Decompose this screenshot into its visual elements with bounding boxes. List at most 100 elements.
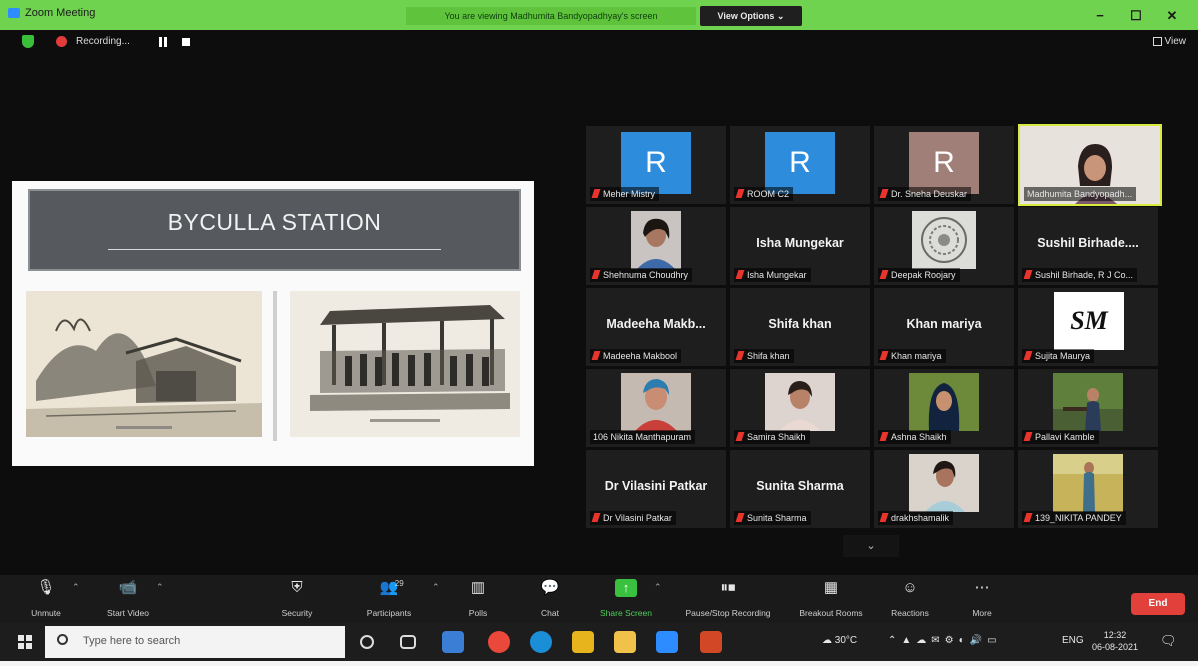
minimize-button[interactable]: − [1088,8,1112,23]
start-video-button[interactable]: 📹 ⌃ Start Video [98,579,164,618]
meeting-toolbar: 🎙 ⌃ Unmute 📹 ⌃ Start Video ⛨ Security 👥 … [0,575,1198,623]
participant-name: Madeeha Makbool [603,351,678,361]
windows-start-icon[interactable] [18,635,32,649]
store-icon[interactable] [572,631,594,653]
close-button[interactable]: ✕ [1160,8,1184,24]
video-options-caret-icon[interactable]: ⌃ [156,582,164,593]
participant-tile[interactable]: R Dr. Sneha Deuskar [874,126,1014,204]
language-indicator[interactable]: ENG [1062,635,1084,646]
participant-tile[interactable]: Pallavi Kamble [1018,369,1158,447]
participant-name: Samira Shaikh [747,432,806,442]
polls-label: Polls [468,608,488,618]
more-button[interactable]: ⋯ More [962,579,1002,618]
participant-tile[interactable]: drakhshamalik [874,450,1014,528]
participants-button[interactable]: 👥 29 ⌃ Participants [360,579,440,618]
pause-stop-recording-button[interactable]: ⏸⏹ Pause/Stop Recording [676,579,780,618]
edge-icon[interactable] [530,631,552,653]
participant-name-label: Deepak Roojary [878,268,960,282]
participant-display-name: Sunita Sharma [756,479,844,493]
participant-tile[interactable]: Dr Vilasini Patkar Dr Vilasini Patkar [586,450,726,528]
recording-label: Recording... [76,36,130,47]
participant-photo [621,373,691,431]
participant-tile[interactable]: R ROOM C2 [730,126,870,204]
audio-options-caret-icon[interactable]: ⌃ [72,582,80,593]
muted-mic-icon [735,432,745,441]
participant-photo [631,211,681,269]
end-meeting-button[interactable]: End [1131,593,1185,615]
taskbar-search-input[interactable]: Type here to search [45,626,345,658]
participant-name-label: Madeeha Makbool [590,349,682,363]
avatar: R [909,132,979,194]
participant-name: Sunita Sharma [747,513,807,523]
byculla-platform-image [290,291,520,437]
participant-name: Madhumita Bandyopadh... [1027,189,1133,199]
pause-recording-icon[interactable] [159,37,167,47]
polls-button[interactable]: ▥ Polls [460,579,496,618]
chat-button[interactable]: 💬 Chat [532,579,568,618]
calculator-app-icon[interactable] [442,631,464,653]
participants-count: 29 [394,579,404,588]
participant-tile[interactable]: Ashna Shaikh [874,369,1014,447]
maximize-button[interactable]: ☐ [1124,8,1148,24]
participant-tile[interactable]: SM Sujita Maurya [1018,288,1158,366]
chrome-icon[interactable] [488,631,510,653]
participant-tile[interactable]: Isha Mungekar Isha Mungekar [730,207,870,285]
video-off-icon: 📹 [118,579,138,596]
participant-name: 139_NIKITA PANDEY [1035,513,1122,523]
powerpoint-icon[interactable] [700,631,722,653]
cortana-icon[interactable] [360,635,374,649]
participant-photo [1053,454,1123,512]
view-button-label: View [1164,36,1187,47]
participant-tile-active-speaker[interactable]: Madhumita Bandyopadh... [1018,124,1162,206]
participant-tile[interactable]: Shifa khan Shifa khan [730,288,870,366]
participant-name-label: 139_NIKITA PANDEY [1022,511,1126,525]
participant-name-label: Sunita Sharma [734,511,811,525]
byculla-sketch-image [26,291,262,437]
security-button[interactable]: ⛨ Security [276,579,318,618]
participant-tile[interactable]: Sushil Birhade.... Sushil Birhade, R J C… [1018,207,1158,285]
encryption-shield-icon[interactable] [22,35,34,48]
muted-mic-icon [735,513,745,522]
muted-mic-icon [735,189,745,198]
participant-name-label: drakhshamalik [878,511,954,525]
participant-tile[interactable]: Sunita Sharma Sunita Sharma [730,450,870,528]
taskbar-clock[interactable]: 12:32 06-08-2021 [1092,629,1138,653]
muted-mic-icon [591,270,601,279]
image-divider [273,291,277,441]
system-tray-icons[interactable]: ⌃▲☁✉⚙◐🔊▭ [888,635,1002,646]
participant-tile[interactable]: 106 Nikita Manthapuram [586,369,726,447]
participant-tile[interactable]: Shehnuma Choudhry [586,207,726,285]
task-view-icon[interactable] [400,635,416,649]
participant-name-label: Madhumita Bandyopadh... [1024,187,1137,201]
participant-tile[interactable]: Khan mariya Khan mariya [874,288,1014,366]
notifications-icon[interactable]: 🗨 [1160,633,1177,649]
share-screen-button[interactable]: ↑ ⌃ Share Screen [592,579,662,618]
breakout-rooms-button[interactable]: ▦ Breakout Rooms [792,579,870,618]
participant-tile[interactable]: 139_NIKITA PANDEY [1018,450,1158,528]
view-button[interactable]: View [1152,36,1187,47]
file-explorer-icon[interactable] [614,631,636,653]
participant-name: Dr. Sneha Deuskar [891,189,968,199]
participant-tile[interactable]: Samira Shaikh [730,369,870,447]
cloud-icon: ☁ [822,635,835,646]
participants-options-caret-icon[interactable]: ⌃ [432,582,440,593]
participant-name: 106 Nikita Manthapuram [593,432,692,442]
unmute-label: Unmute [31,608,61,618]
participant-display-name: Khan mariya [906,317,982,331]
participant-tile[interactable]: Madeeha Makb... Madeeha Makbool [586,288,726,366]
participant-name: Dr Vilasini Patkar [603,513,672,523]
unmute-button[interactable]: 🎙 ⌃ Unmute [24,579,79,618]
share-options-caret-icon[interactable]: ⌃ [654,582,662,593]
reactions-button[interactable]: ☺ Reactions [884,579,936,618]
participant-tile[interactable]: Deepak Roojary [874,207,1014,285]
view-options-button[interactable]: View Options ⌄ [700,6,802,26]
participant-name: Sujita Maurya [1035,351,1091,361]
zoom-app-icon[interactable] [656,631,678,653]
gallery-next-page-chevron-icon[interactable]: ⌄ [843,535,899,557]
participant-tile[interactable]: R Meher Mistry [586,126,726,204]
weather-widget[interactable]: ☁ 30°C [822,635,857,646]
search-placeholder: Type here to search [83,635,181,647]
participant-name: Isha Mungekar [747,270,807,280]
stop-recording-icon[interactable] [182,38,190,46]
pause-stop-icon: ⏸⏹ [720,579,736,596]
